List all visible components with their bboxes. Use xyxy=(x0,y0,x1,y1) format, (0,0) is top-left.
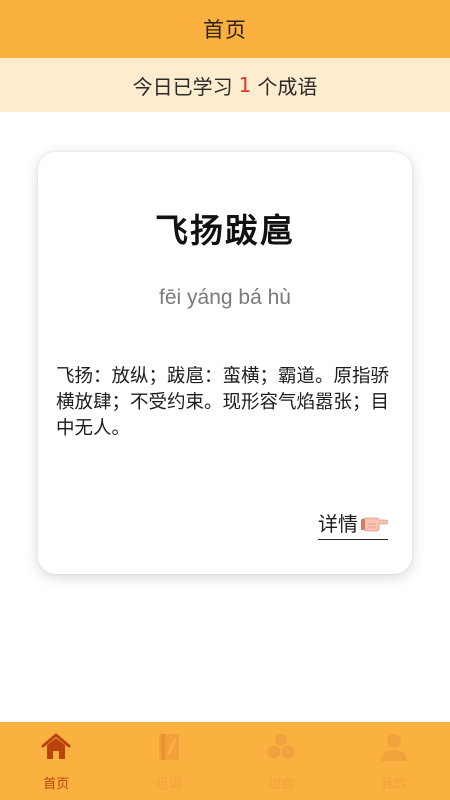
nav-item-combine[interactable]: 组合 xyxy=(225,722,338,800)
bottom-nav: 首页 组词 组合 我的 xyxy=(0,722,450,800)
details-link[interactable]: 详情 xyxy=(318,508,388,540)
nav-label-combine: 组合 xyxy=(268,777,295,792)
idiom-definition: 飞扬：放纵；跋扈：蛮横；霸道。原指骄横放肆；不受约束。现形容气焰嚣张；目中无人。 xyxy=(56,366,390,439)
idiom-card: 飞扬跋扈 fēi yáng bá hù 飞扬：放纵；跋扈：蛮横；霸道。原指骄横放… xyxy=(38,152,412,574)
progress-prefix: 今日已学习 xyxy=(132,74,233,99)
nav-label-words: 组词 xyxy=(155,777,182,792)
daily-progress-banner: 今日已学习 1 个成语 xyxy=(0,58,450,112)
nav-item-home[interactable]: 首页 xyxy=(0,722,113,800)
home-icon xyxy=(41,733,71,759)
group-icon xyxy=(267,734,295,759)
idiom-pinyin: fēi yáng bá hù xyxy=(159,286,291,309)
book-icon xyxy=(158,734,179,760)
nav-item-words[interactable]: 组词 xyxy=(113,722,226,800)
user-icon xyxy=(380,734,407,761)
progress-count: 1 xyxy=(238,73,252,97)
nav-label-profile: 我的 xyxy=(380,777,407,792)
app-header: 首页 xyxy=(0,0,450,58)
page-title: 首页 xyxy=(203,18,247,42)
pointing-hand-icon xyxy=(361,517,388,531)
nav-label-home: 首页 xyxy=(43,777,70,792)
progress-suffix: 个成语 xyxy=(257,74,318,99)
details-label: 详情 xyxy=(318,512,358,536)
nav-item-profile[interactable]: 我的 xyxy=(338,722,450,800)
idiom-title: 飞扬跋扈 xyxy=(155,211,295,250)
